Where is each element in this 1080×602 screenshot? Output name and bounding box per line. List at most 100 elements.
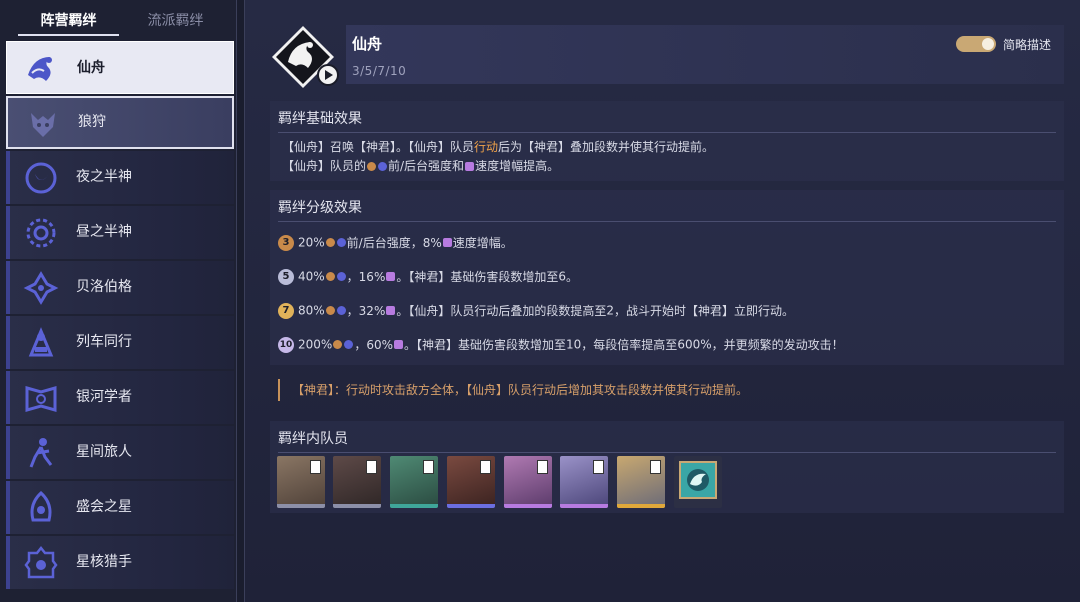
tier-badge: 5 — [278, 268, 294, 285]
rarity-bar — [447, 504, 495, 508]
rarity-bar — [333, 504, 381, 508]
divider — [278, 221, 1056, 222]
sidebar-item-label: 夜之半神 — [76, 169, 132, 185]
night-demigod-icon — [25, 162, 57, 194]
xianzhou-icon — [28, 57, 52, 81]
speed-icon — [386, 272, 396, 281]
sidebar-item-label: 昼之半神 — [76, 224, 132, 240]
member-portrait[interactable] — [277, 456, 325, 508]
tab-school-bonds[interactable]: 流派羁绊 — [128, 8, 223, 34]
back-stat-icon — [378, 162, 388, 171]
sidebar-item-galaxy-scholar[interactable]: 银河学者 — [6, 371, 234, 424]
phone-icon — [593, 460, 604, 474]
sidebar-item-label: 星核猎手 — [76, 554, 132, 570]
sidebar-item-belobog[interactable]: 贝洛伯格 — [6, 261, 234, 314]
tier-effect-panel: 羁绊分级效果 3 20% 前/后台强度，8% 速度增幅。 5 40% ，16% 。【神君】基… — [270, 190, 1064, 365]
phone-icon — [366, 460, 377, 474]
basic-effect-line-2: 【仙舟】队员的 前/后台强度和 速度增幅提高。 — [282, 159, 560, 173]
member-portrait[interactable] — [333, 456, 381, 508]
tier-row-5: 5 40% ，16% 。【神君】基础伤害段数增加至6。 — [278, 268, 578, 286]
members-title: 羁绊内队员 — [278, 431, 348, 447]
member-portrait[interactable] — [504, 456, 552, 508]
member-portrait[interactable] — [560, 456, 608, 508]
star-traveler-icon — [29, 438, 53, 468]
divider — [278, 452, 1056, 453]
rarity-bar — [504, 504, 552, 508]
bond-thresholds: 3/5/7/10 — [352, 64, 407, 78]
divider — [278, 132, 1056, 133]
sidebar-item-label: 银河学者 — [76, 389, 132, 405]
sidebar-item-label: 贝洛伯格 — [76, 279, 132, 295]
sidebar-item-stellaron-hunter[interactable]: 星核猎手 — [6, 536, 234, 589]
speed-icon — [442, 238, 452, 247]
members-panel: 羁绊内队员 — [270, 421, 1064, 513]
rarity-bar — [277, 504, 325, 508]
stellaron-hunter-icon — [24, 545, 58, 579]
play-icon[interactable] — [317, 64, 339, 86]
brief-description-label: 简略描述 — [1003, 38, 1052, 52]
shenjun-summon-portrait[interactable] — [674, 456, 722, 508]
back-stat-icon — [336, 272, 346, 281]
tab-faction-bonds[interactable]: 阵营羁绊 — [18, 8, 119, 36]
speed-icon — [394, 340, 403, 349]
rarity-bar — [617, 504, 665, 508]
front-stat-icon — [325, 238, 335, 247]
shenjun-note: 【神君】：行动时攻击敌方全体，【仙舟】队员行动后增加其攻击段数并使其行动提前。 — [278, 379, 748, 401]
tier-row-3: 3 20% 前/后台强度，8% 速度增幅。 — [278, 234, 513, 252]
back-stat-icon — [344, 340, 354, 349]
front-stat-icon — [333, 340, 343, 349]
tier-badge: 3 — [278, 234, 294, 251]
sidebar-item-wolf-hunt[interactable]: 狼狩 — [6, 96, 234, 149]
phone-icon — [310, 460, 321, 474]
bond-list: 仙舟 狼狩 夜之半神 昼之半神 贝洛伯格 列车同行 银河学者 星间旅人 盛会之星… — [6, 41, 234, 591]
sidebar-item-label: 狼狩 — [78, 114, 106, 130]
speed-icon — [386, 306, 396, 315]
sidebar-item-label: 仙舟 — [77, 60, 105, 76]
sidebar-item-label: 星间旅人 — [76, 444, 132, 460]
tier-badge: 7 — [278, 302, 294, 319]
wolf-hunt-icon — [31, 113, 55, 137]
basic-effect-panel: 羁绊基础效果 【仙舟】召唤【神君】。【仙舟】队员行动后为【神君】叠加段数并使其行… — [270, 101, 1064, 181]
phone-icon — [537, 460, 548, 474]
member-portrait[interactable] — [390, 456, 438, 508]
sidebar-item-label: 列车同行 — [76, 334, 132, 350]
sidebar-item-express-train[interactable]: 列车同行 — [6, 316, 234, 369]
front-stat-icon — [367, 162, 377, 171]
back-stat-icon — [336, 238, 346, 247]
summon-emblem-icon — [679, 461, 717, 499]
galaxy-scholar-icon — [25, 386, 57, 412]
basic-effect-title: 羁绊基础效果 — [278, 111, 362, 127]
phone-icon — [650, 460, 661, 474]
pageant-star-icon — [30, 490, 52, 522]
front-stat-icon — [325, 272, 335, 281]
member-portrait[interactable] — [617, 456, 665, 508]
belobog-icon — [23, 271, 59, 305]
express-train-icon — [28, 327, 54, 357]
toggle-knob — [982, 38, 994, 50]
sidebar-item-night-demigod[interactable]: 夜之半神 — [6, 151, 234, 204]
tier-row-7: 7 80% ，32% 。【仙舟】队员行动后叠加的段数提高至2，战斗开始时【神君】立即行… — [278, 302, 794, 320]
phone-icon — [423, 460, 434, 474]
basic-effect-line-1: 【仙舟】召唤【神君】。【仙舟】队员行动后为【神君】叠加段数并使其行动提前。 — [282, 140, 715, 154]
tier-effect-title: 羁绊分级效果 — [278, 200, 362, 216]
sidebar-item-label: 盛会之星 — [76, 499, 132, 515]
brief-description-toggle[interactable] — [956, 36, 996, 52]
member-portrait[interactable] — [447, 456, 495, 508]
sidebar-item-day-demigod[interactable]: 昼之半神 — [6, 206, 234, 259]
sidebar-item-xianzhou[interactable]: 仙舟 — [6, 41, 234, 94]
rarity-bar — [560, 504, 608, 508]
tier-row-10: 10 200% ，60% 。【神君】基础伤害段数增加至10，每段倍率提高至600%，并… — [278, 336, 844, 353]
back-stat-icon — [336, 306, 346, 315]
rarity-bar — [390, 504, 438, 508]
tier-badge: 10 — [278, 336, 294, 353]
sidebar-item-pageant-star[interactable]: 盛会之星 — [6, 481, 234, 534]
sidebar: 阵营羁绊 流派羁绊 仙舟 狼狩 夜之半神 昼之半神 贝洛伯格 列车同行 银河学者… — [0, 0, 237, 602]
sidebar-item-star-traveler[interactable]: 星间旅人 — [6, 426, 234, 479]
day-demigod-icon — [26, 218, 56, 248]
front-stat-icon — [325, 306, 335, 315]
bond-header: 仙舟 3/5/7/10 简略描述 — [346, 25, 1064, 84]
bond-title: 仙舟 — [352, 35, 383, 53]
phone-icon — [480, 460, 491, 474]
speed-icon — [465, 162, 475, 171]
sidebar-tabs: 阵营羁绊 流派羁绊 — [0, 0, 236, 38]
